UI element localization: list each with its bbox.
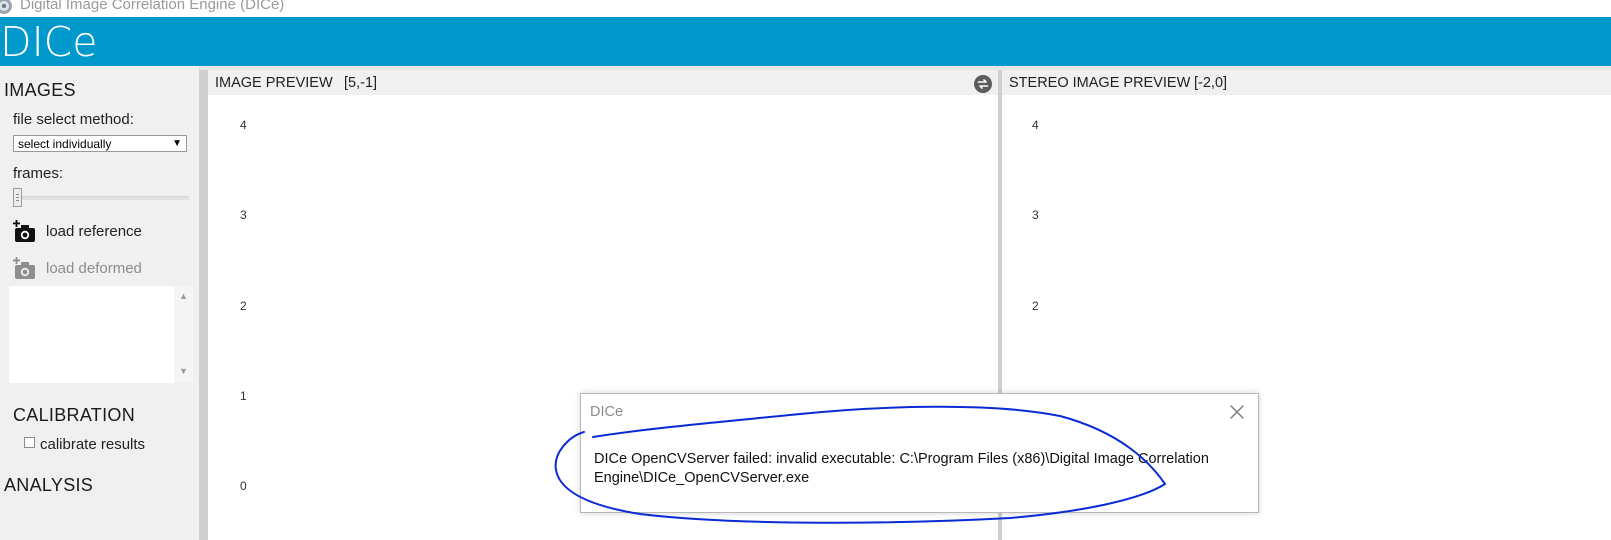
y-tick-label: 1 <box>240 389 247 403</box>
y-tick-label: 2 <box>1032 299 1039 313</box>
y-tick-label: 3 <box>240 208 247 222</box>
dice-app-icon <box>0 0 12 14</box>
image-preview-header: IMAGE PREVIEW [5,-1] <box>208 70 998 95</box>
scroll-down-icon[interactable]: ▼ <box>179 366 188 376</box>
window-title: Digital Image Correlation Engine (DICe) <box>20 0 285 13</box>
y-tick-label: 4 <box>240 118 247 132</box>
load-reference-button[interactable]: load reference <box>13 220 193 246</box>
calibrate-results-label: calibrate results <box>40 436 146 453</box>
calibrate-results-checkbox[interactable] <box>24 437 35 448</box>
load-deformed-label: load deformed <box>46 260 142 277</box>
dice-app-window: Digital Image Correlation Engine (DICe) … <box>0 0 1611 540</box>
list-scrollbar[interactable]: ▲ ▼ <box>174 286 194 383</box>
y-tick-label: 3 <box>1032 208 1039 222</box>
stereo-preview-coords: [-2,0] <box>1194 75 1228 91</box>
image-file-list[interactable]: ▲ ▼ <box>9 286 194 383</box>
analysis-section-title: ANALYSIS <box>4 475 94 495</box>
dice-logo: DICe <box>0 19 98 63</box>
load-reference-label: load reference <box>46 223 142 240</box>
dialog-message: DICe OpenCVServer failed: invalid execut… <box>594 451 1209 486</box>
dropdown-arrow-icon: ▼ <box>172 138 182 149</box>
frames-label: frames: <box>13 165 64 182</box>
camera-add-icon <box>13 257 35 279</box>
app-header: DICe <box>0 17 1611 66</box>
frames-slider-track[interactable] <box>15 196 189 200</box>
stereo-preview-title: STEREO IMAGE PREVIEW <box>1009 75 1191 91</box>
scroll-up-icon[interactable]: ▲ <box>179 291 188 301</box>
error-dialog: DICe DICe OpenCVServer failed: invalid e… <box>580 393 1259 513</box>
y-tick-label: 4 <box>1032 118 1039 132</box>
image-preview-title: IMAGE PREVIEW <box>215 75 333 91</box>
title-bar: Digital Image Correlation Engine (DICe) <box>0 0 1611 17</box>
swap-icon[interactable] <box>974 75 992 93</box>
y-tick-label: 0 <box>240 479 247 493</box>
file-select-dropdown[interactable]: select individually ▼ <box>13 135 187 152</box>
y-tick-label: 2 <box>240 299 247 313</box>
dialog-title: DICe <box>590 404 624 420</box>
load-deformed-button[interactable]: load deformed <box>13 257 193 283</box>
svg-text:DICe: DICe <box>0 19 98 63</box>
stereo-preview-header: STEREO IMAGE PREVIEW [-2,0] <box>1002 70 1611 95</box>
file-select-label: file select method: <box>13 111 134 128</box>
camera-add-icon <box>13 220 35 242</box>
image-preview-coords: [5,-1] <box>344 75 378 91</box>
frames-slider-thumb[interactable] <box>13 188 22 207</box>
sidebar-divider[interactable] <box>199 66 208 540</box>
close-icon[interactable] <box>1229 404 1245 420</box>
sidebar: IMAGES file select method: select indivi… <box>0 66 199 540</box>
calibration-section-title: CALIBRATION <box>13 405 135 425</box>
images-section-title: IMAGES <box>4 80 76 100</box>
file-select-value: select individually <box>18 137 112 151</box>
